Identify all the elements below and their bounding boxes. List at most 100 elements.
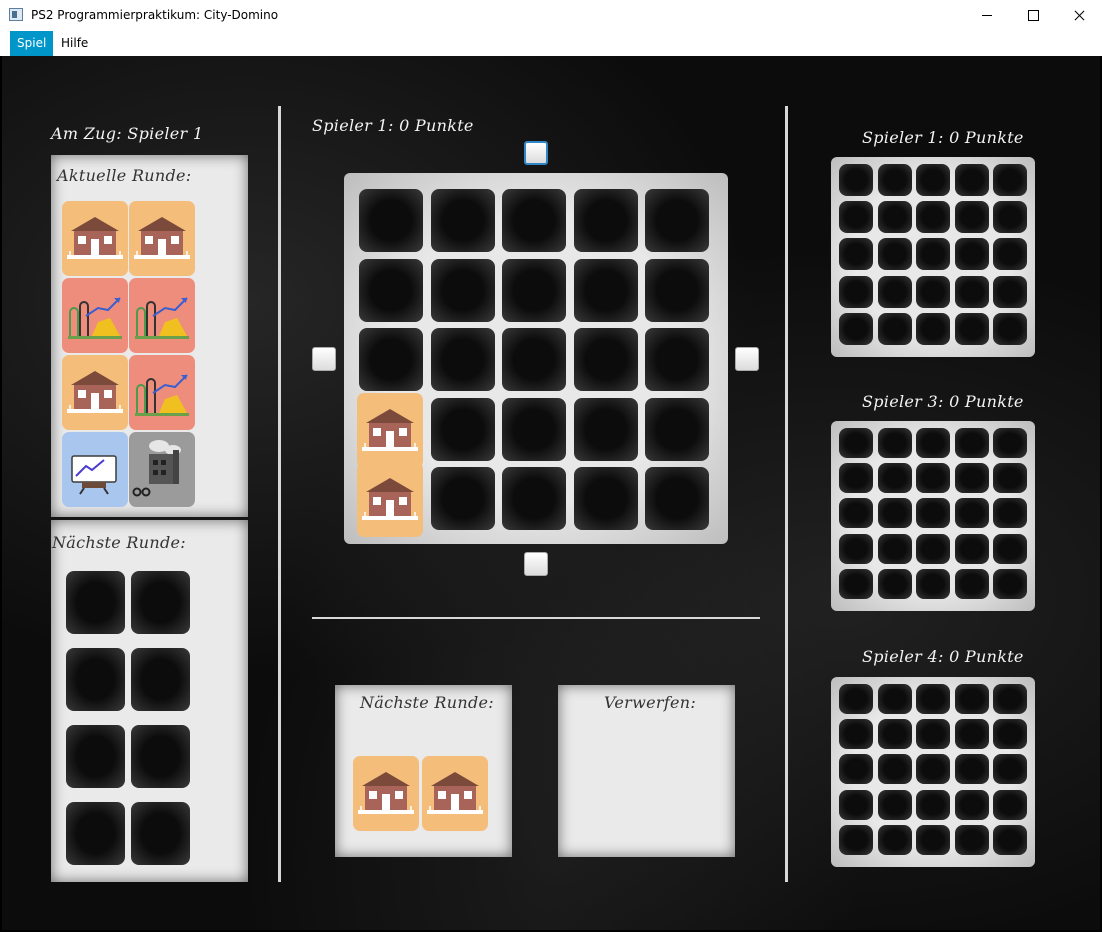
opponent-cell[interactable] [954,824,989,855]
board-cell[interactable] [502,328,566,391]
discard-box[interactable]: Verwerfen: [558,685,735,857]
opponent-cell[interactable] [916,238,950,271]
menu-hilfe[interactable]: Hilfe [54,31,95,56]
empty-slot[interactable] [131,725,190,788]
board-cell[interactable] [573,189,638,252]
opponent-cell[interactable] [954,684,989,714]
opponent-cell[interactable] [916,789,950,820]
opponent-cell[interactable] [916,824,950,855]
house-tile[interactable] [62,355,128,430]
empty-slot[interactable] [66,571,125,634]
opponent-cell[interactable] [916,719,950,750]
opponent-cell[interactable] [993,684,1027,714]
house-tile[interactable] [62,201,128,276]
opponent-cell[interactable] [839,498,873,529]
opponent-cell[interactable] [839,533,873,564]
opponent-cell[interactable] [877,719,912,750]
opponent-cell[interactable] [993,238,1027,271]
opponent-cell[interactable] [954,568,989,599]
board-cell[interactable] [645,258,709,322]
board-cell[interactable] [502,258,566,322]
opponent-cell[interactable] [877,789,912,820]
board-cell[interactable] [502,397,566,461]
opponent-cell[interactable] [916,533,950,564]
opponent-cell[interactable] [839,201,873,234]
maximize-button[interactable] [1010,0,1056,31]
opponent-cell[interactable] [877,201,912,234]
opponent-cell[interactable] [839,789,873,820]
opponent-cell[interactable] [877,164,912,196]
board-cell[interactable] [502,189,566,252]
empty-slot[interactable] [66,648,125,711]
shift-up-button[interactable] [524,141,548,165]
opponent-cell[interactable] [993,275,1027,308]
empty-slot[interactable] [131,648,190,711]
opponent-cell[interactable] [839,238,873,271]
board-cell[interactable] [359,328,423,391]
opponent-cell[interactable] [877,312,912,345]
opponent-cell[interactable] [993,428,1027,458]
opponent-cell[interactable] [916,275,950,308]
opponent-cell[interactable] [954,789,989,820]
opponent-cell[interactable] [839,275,873,308]
opponent-cell[interactable] [877,238,912,271]
board-cell[interactable] [430,467,495,530]
board-cell[interactable] [430,397,495,461]
opponent-cell[interactable] [993,824,1027,855]
opponent-cell[interactable] [877,684,912,714]
board-cell[interactable] [645,189,709,252]
opponent-cell[interactable] [839,463,873,494]
house-tile[interactable] [129,201,195,276]
empty-slot[interactable] [66,802,125,865]
house-tile[interactable] [357,392,423,468]
board-cell[interactable] [573,328,638,391]
opponent-cell[interactable] [993,568,1027,599]
opponent-cell[interactable] [839,754,873,785]
board-cell[interactable] [359,189,423,252]
opponent-cell[interactable] [877,498,912,529]
opponent-cell[interactable] [993,201,1027,234]
opponent-cell[interactable] [993,789,1027,820]
industry-tile[interactable] [129,278,195,353]
opponent-cell[interactable] [839,824,873,855]
opponent-cell[interactable] [993,312,1027,345]
close-button[interactable] [1056,0,1102,31]
opponent-cell[interactable] [916,164,950,196]
opponent-cell[interactable] [839,312,873,345]
opponent-cell[interactable] [877,428,912,458]
opponent-cell[interactable] [916,201,950,234]
board-cell[interactable] [430,189,495,252]
opponent-cell[interactable] [993,498,1027,529]
board-cell[interactable] [502,467,566,530]
board-cell[interactable] [430,328,495,391]
opponent-cell[interactable] [916,498,950,529]
opponent-cell[interactable] [839,428,873,458]
opponent-cell[interactable] [877,568,912,599]
house-tile[interactable] [422,756,488,831]
opponent-cell[interactable] [954,719,989,750]
opponent-cell[interactable] [993,533,1027,564]
opponent-cell[interactable] [839,684,873,714]
opponent-cell[interactable] [877,824,912,855]
industry-tile[interactable] [62,278,128,353]
opponent-cell[interactable] [954,754,989,785]
board-cell[interactable] [573,467,638,530]
board-cell[interactable] [359,258,423,322]
industry-tile[interactable] [129,355,195,430]
opponent-cell[interactable] [877,754,912,785]
minimize-button[interactable] [964,0,1010,31]
opponent-cell[interactable] [916,754,950,785]
opponent-cell[interactable] [877,533,912,564]
shift-left-button[interactable] [312,347,336,371]
opponent-cell[interactable] [954,164,989,196]
opponent-cell[interactable] [916,312,950,345]
board-cell[interactable] [573,397,638,461]
opponent-cell[interactable] [954,312,989,345]
board-cell[interactable] [645,467,709,530]
empty-slot[interactable] [131,571,190,634]
opponent-cell[interactable] [839,568,873,599]
factory-tile[interactable] [129,432,195,507]
menu-spiel[interactable]: Spiel [10,31,54,56]
opponent-cell[interactable] [839,164,873,196]
opponent-cell[interactable] [954,238,989,271]
